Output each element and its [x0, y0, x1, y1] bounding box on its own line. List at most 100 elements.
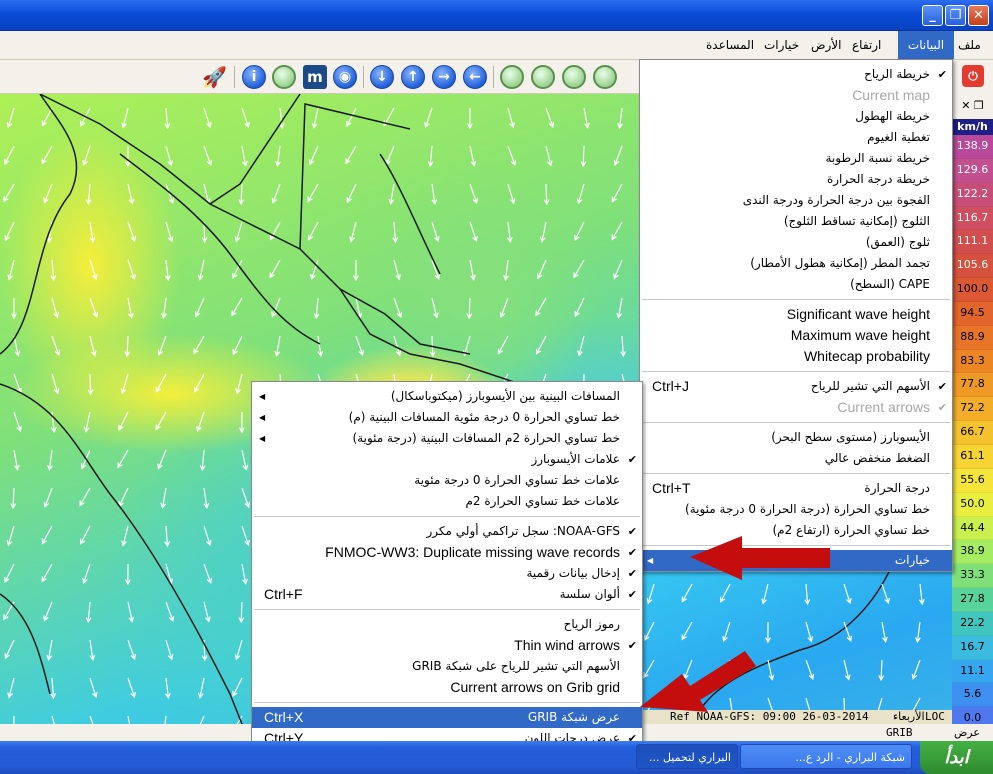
- menu-item[interactable]: خط تساوي الحرارة 2م المسافات البينية (در…: [252, 428, 642, 449]
- menu-item[interactable]: الأيسوبارز (مستوى سطح البحر): [640, 427, 952, 448]
- arrow-up-icon[interactable]: ↑: [401, 65, 425, 89]
- menu-item[interactable]: الأسهم التي تشير للرياح على شبكة GRIB: [252, 656, 642, 677]
- wind-arrow: [127, 221, 137, 243]
- wind-arrow: [231, 297, 243, 317]
- menu-item[interactable]: علامات خط تساوي الحرارة 2م: [252, 491, 642, 512]
- map-strip-overlay: [643, 569, 925, 720]
- menu-item[interactable]: المسافات البينية بين الأيسوبارز (ميكتوبا…: [252, 386, 642, 407]
- menu-item[interactable]: خريطة درجة الحرارة: [640, 169, 952, 190]
- wind-arrow: [4, 639, 15, 660]
- menu-item[interactable]: خط تساوي الحرارة (درجة الحرارة 0 درجة مئ…: [640, 499, 952, 520]
- start-button[interactable]: ابدأ: [920, 741, 993, 774]
- arrow-right-icon[interactable]: →: [432, 65, 456, 89]
- menu-item[interactable]: خيارات ◀: [640, 550, 952, 571]
- zoom-in-icon[interactable]: [593, 65, 617, 89]
- legend-value: 50.0: [952, 492, 993, 517]
- arrow-left-icon[interactable]: ←: [463, 65, 487, 89]
- menu-item-label: الأسهم التي تشير للرياح: [810, 379, 930, 393]
- menu-item[interactable]: تغطية الغيوم: [640, 127, 952, 148]
- arrow-down-icon[interactable]: ↓: [370, 65, 394, 89]
- menu-item[interactable]: الفجوة بين درجة الحرارة ودرجة الندى: [640, 190, 952, 211]
- menu-item-label: خريطة الرياح: [864, 67, 930, 81]
- menu-item[interactable]: خريطة الهطول: [640, 106, 952, 127]
- menu-separator: [254, 609, 640, 610]
- wind-arrow: [164, 677, 171, 700]
- menu-item[interactable]: خريطة نسبة الرطوبة: [640, 148, 952, 169]
- menu-item[interactable]: Significant wave height: [640, 304, 952, 325]
- menu-item[interactable]: CAPE (السطح): [640, 274, 952, 295]
- wind-arrow: [611, 221, 623, 241]
- wind-arrow: [644, 621, 655, 641]
- close-button[interactable]: ✕: [968, 5, 989, 26]
- menu-item[interactable]: FNMOC-WW3: Duplicate missing wave record…: [252, 542, 642, 563]
- select-zone-icon[interactable]: [272, 65, 296, 89]
- checkmark-icon: ✔: [627, 525, 637, 538]
- wind-arrow: [767, 659, 775, 681]
- menu-item[interactable]: ألوان سلسة ✔ Ctrl+F: [252, 584, 642, 605]
- menu-item-label: ألوان سلسة: [559, 587, 620, 601]
- info-icon[interactable]: i: [242, 65, 266, 89]
- title-bar: _ ❐ ✕: [0, 0, 993, 31]
- menu-item[interactable]: Maximum wave height: [640, 325, 952, 346]
- menu-data[interactable]: البيانات: [898, 31, 954, 59]
- checkmark-icon: ✔: [627, 639, 637, 652]
- toolbar-separator: [234, 66, 235, 88]
- taskbar-item[interactable]: شبكة البراري - الرد ع...: [740, 744, 912, 769]
- menu-item[interactable]: الأسهم التي تشير للرياح ✔ Ctrl+J: [640, 376, 952, 397]
- wind-arrow: [918, 583, 925, 606]
- zoom-reset-icon[interactable]: [500, 65, 524, 89]
- wind-arrow: [805, 659, 815, 680]
- meteotable-icon[interactable]: m: [303, 65, 327, 89]
- menu-item[interactable]: الثلوج (إمكانية تساقط الثلوج): [640, 211, 952, 232]
- wind-arrow: [89, 335, 97, 357]
- legend-value: 129.6: [952, 158, 993, 183]
- menu-item[interactable]: رموز الرياح: [252, 614, 642, 635]
- menu-item[interactable]: علامات الأيسوبارز ✔: [252, 449, 642, 470]
- wind-arrow: [611, 183, 623, 203]
- menu-item[interactable]: عرض شبكة GRIB Ctrl+X: [252, 707, 642, 728]
- restore-button[interactable]: ❐: [945, 5, 966, 26]
- menu-item[interactable]: درجة الحرارة Ctrl+T: [640, 478, 952, 499]
- menu-help[interactable]: المساعدة: [700, 31, 760, 59]
- menu-item-label: Significant wave height: [786, 306, 930, 322]
- menu-item[interactable]: Current arrows on Grib grid: [252, 677, 642, 698]
- menu-earth[interactable]: الأرض: [805, 31, 847, 59]
- wind-arrow: [41, 107, 53, 127]
- menu-item[interactable]: Whitecap probability: [640, 346, 952, 367]
- menu-item-label: الأسهم التي تشير للرياح على شبكة GRIB: [412, 659, 620, 673]
- menu-item-label: درجة الحرارة: [864, 481, 930, 495]
- menu-item-label: ثلوج (العمق): [865, 235, 930, 249]
- wind-arrow: [686, 697, 693, 719]
- menu-item[interactable]: ثلوج (العمق): [640, 232, 952, 253]
- menu-file[interactable]: ملف: [952, 31, 987, 59]
- wind-arrow: [6, 107, 15, 129]
- rocket-icon[interactable]: 🚀: [202, 65, 227, 89]
- menu-item[interactable]: Thin wind arrows ✔: [252, 635, 642, 656]
- menu-item-label: تغطية الغيوم: [867, 130, 930, 144]
- legend-controls[interactable]: ✕ ❐: [952, 94, 993, 120]
- menu-item[interactable]: تجمد المطر (إمكانية هطول الأمطار): [640, 253, 952, 274]
- menu-altitude[interactable]: ارتفاع: [846, 31, 887, 59]
- wind-arrow: [841, 697, 848, 720]
- menu-item[interactable]: خط تساوي الحرارة (ارتفاع 2م): [640, 520, 952, 541]
- menu-options[interactable]: خيارات: [758, 31, 805, 59]
- globe-icon[interactable]: ◉: [333, 65, 357, 89]
- menu-item: Current map: [640, 85, 952, 106]
- minimize-button[interactable]: _: [922, 5, 943, 26]
- legend-value: 77.8: [952, 373, 993, 398]
- taskbar-item[interactable]: البراري لتحميل ...: [636, 744, 738, 769]
- wind-arrow: [576, 183, 585, 205]
- menu-item[interactable]: إدخال بيانات رقمية ✔: [252, 563, 642, 584]
- menu-item-label: Thin wind arrows: [514, 637, 620, 653]
- power-icon[interactable]: ⏻: [962, 65, 984, 87]
- menu-item[interactable]: الضغط منخفض عالي: [640, 448, 952, 469]
- menu-item[interactable]: علامات خط تساوي الحرارة 0 درجة مئوية: [252, 470, 642, 491]
- menu-item[interactable]: خريطة الرياح ✔: [640, 64, 952, 85]
- legend-value: 33.3: [952, 564, 993, 589]
- wind-arrow: [843, 583, 852, 605]
- menu-item[interactable]: NOAA-GFS: سجل تراكمي أولي مكرر ✔: [252, 521, 642, 542]
- menu-separator: [642, 299, 950, 300]
- zoom-fit-icon[interactable]: [531, 65, 555, 89]
- menu-item[interactable]: خط تساوي الحرارة 0 درجة مئوية المسافات ا…: [252, 407, 642, 428]
- zoom-out-icon[interactable]: [562, 65, 586, 89]
